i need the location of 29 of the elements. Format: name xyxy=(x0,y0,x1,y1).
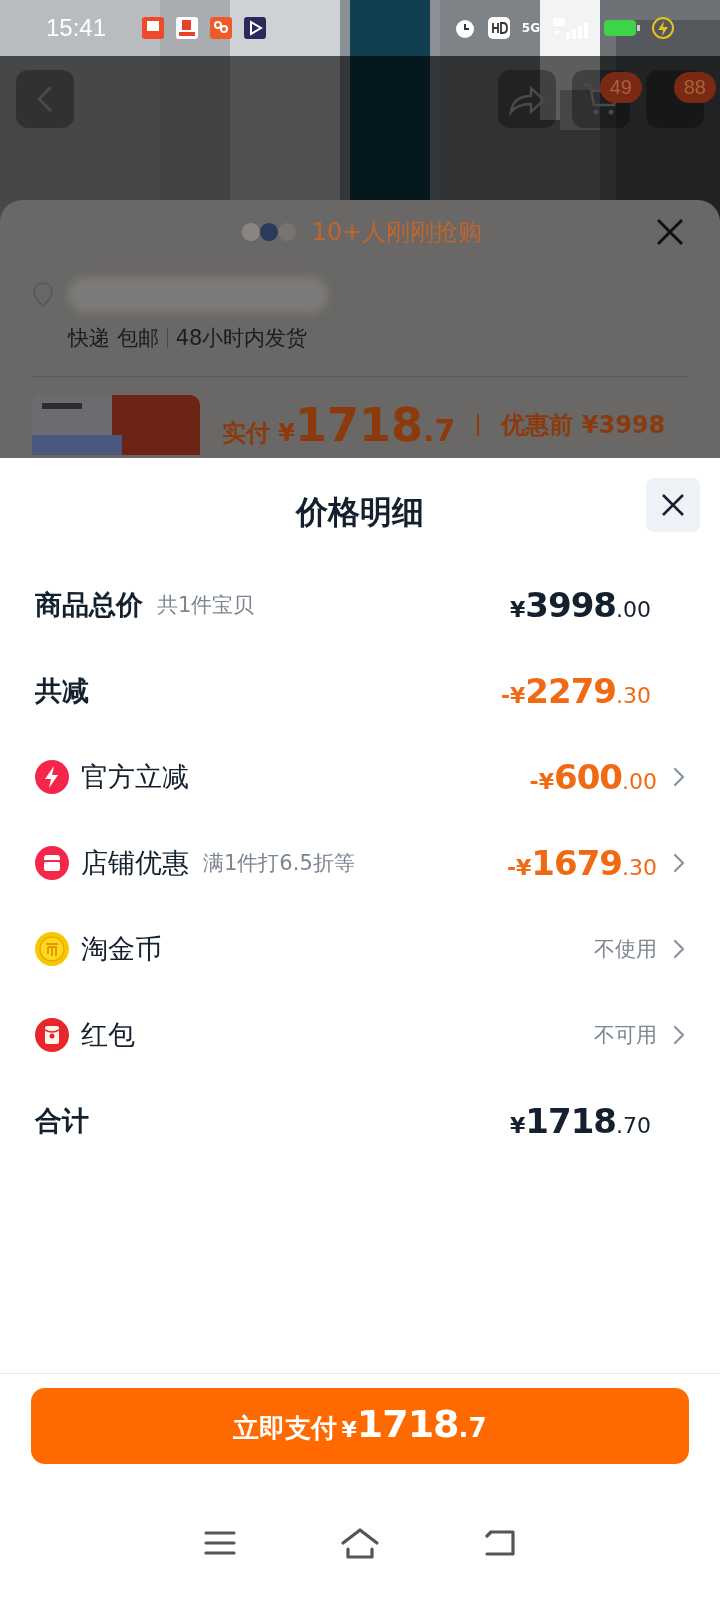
chevron-icon xyxy=(673,1025,685,1045)
coin-icon xyxy=(35,932,69,966)
price-amount: -¥2279.30 xyxy=(500,671,651,711)
row-note: 满1件打6.5折等 xyxy=(203,850,355,877)
price-amount: -¥600.00 xyxy=(529,757,657,797)
chevron-icon xyxy=(673,853,685,873)
close-button[interactable] xyxy=(646,478,700,532)
price-amount: ¥1718.70 xyxy=(510,1101,651,1141)
envelope-icon xyxy=(35,1018,69,1052)
row-label: 共减 xyxy=(35,674,89,708)
row-label: 官方立减 xyxy=(81,760,189,794)
row-label: 合计 xyxy=(35,1104,89,1138)
row-label: 店铺优惠 xyxy=(81,846,189,880)
chevron-icon xyxy=(673,767,685,787)
sheet-title: 价格明细 xyxy=(296,492,424,533)
price-amount: ¥3998.00 xyxy=(510,585,651,625)
price-amount: -¥1679.30 xyxy=(506,843,657,883)
row-label: 红包 xyxy=(81,1018,135,1052)
close-icon xyxy=(660,492,686,518)
shop-icon xyxy=(35,846,69,880)
status-text: 不可用 xyxy=(594,1022,657,1049)
chevron-icon xyxy=(673,939,685,959)
lightning-icon xyxy=(35,760,69,794)
status-text: 不使用 xyxy=(594,936,657,963)
row-note: 共1件宝贝 xyxy=(157,592,255,619)
home-icon[interactable] xyxy=(340,1526,380,1562)
row-label: 商品总价 xyxy=(35,588,143,622)
row-label: 淘金币 xyxy=(81,932,162,966)
pay-button[interactable]: 立即支付¥1718.7 xyxy=(31,1388,689,1464)
